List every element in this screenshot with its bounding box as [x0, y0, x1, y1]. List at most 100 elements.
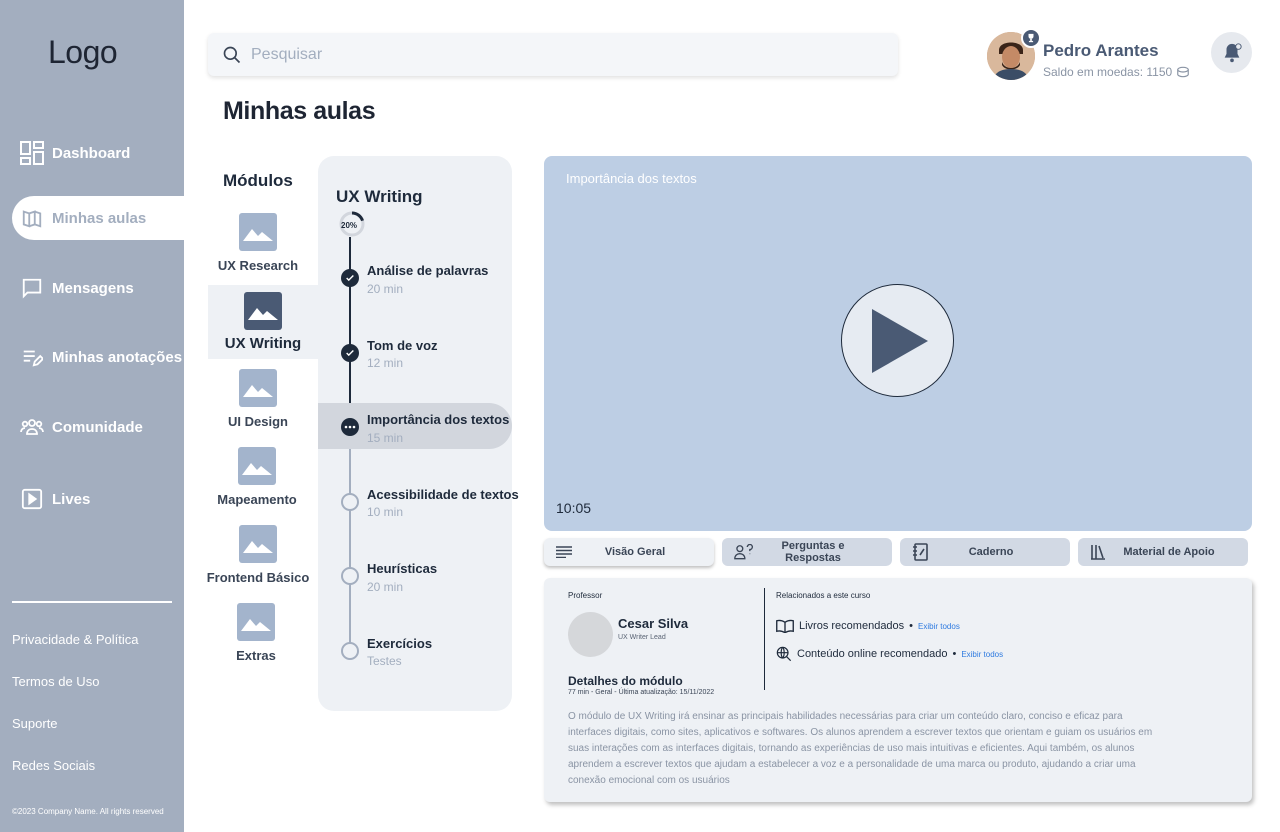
- globe-search-icon: [776, 646, 792, 662]
- lesson-duration: 20 min: [367, 282, 404, 296]
- play-icon: [871, 308, 928, 373]
- module-ux-research[interactable]: UX Research: [203, 213, 313, 273]
- image-placeholder-icon: [244, 292, 282, 330]
- modules-heading: Módulos: [223, 171, 293, 190]
- bell-icon: [1224, 42, 1242, 62]
- tab-material-de-apoio[interactable]: Material de Apoio: [1078, 538, 1248, 566]
- module-label: UX Writing: [224, 335, 302, 352]
- related-books: Livros recomendados • Exibir todos: [776, 619, 960, 633]
- progress-label: 20%: [341, 221, 358, 230]
- module-extras[interactable]: Extras: [201, 603, 311, 663]
- module-label: UX Research: [217, 258, 299, 273]
- module-frontend-basico[interactable]: Frontend Básico: [203, 525, 313, 585]
- footer-link-terms[interactable]: Termos de Uso: [12, 674, 99, 689]
- lesson-duration: Testes: [367, 654, 402, 668]
- professor-name: Cesar Silva: [618, 616, 689, 631]
- module-label: Mapeamento: [217, 492, 297, 507]
- show-all-online-link[interactable]: Exibir todos: [961, 650, 1003, 659]
- tab-label: Visão Geral: [604, 546, 666, 558]
- dashboard-icon: [19, 140, 45, 166]
- sidebar-item-lives[interactable]: Lives: [12, 477, 184, 521]
- tab-visao-geral[interactable]: Visão Geral: [544, 538, 714, 566]
- notification-button[interactable]: [1211, 32, 1252, 73]
- lesson-duration: 10 min: [367, 505, 404, 519]
- sidebar-item-label: Minhas anotações: [52, 348, 183, 366]
- module-ui-design[interactable]: UI Design: [203, 369, 313, 429]
- footer-link-social[interactable]: Redes Sociais: [12, 758, 95, 773]
- related-books-label: Livros recomendados: [799, 620, 905, 632]
- completed-check-icon: [341, 344, 359, 362]
- show-all-books-link[interactable]: Exibir todos: [918, 622, 960, 631]
- related-online-content: Conteúdo online recomendado • Exibir tod…: [776, 646, 1003, 662]
- module-details-meta: 77 min - Geral - Última atualização: 15/…: [568, 689, 715, 696]
- related-label: Relacionados a este curso: [776, 591, 871, 600]
- professor-role: UX Writer Lead: [618, 634, 666, 641]
- image-placeholder-icon: [239, 213, 277, 251]
- module-mapeamento[interactable]: Mapeamento: [202, 447, 312, 507]
- tab-label: Perguntas e Respostas: [781, 540, 845, 564]
- tab-label: Caderno: [968, 546, 1014, 558]
- trophy-badge-icon: [1021, 28, 1041, 48]
- search-bar: [208, 33, 898, 76]
- tab-perguntas-e-respostas[interactable]: Perguntas e Respostas: [722, 538, 892, 566]
- coin-balance-text: Saldo em moedas: 1150: [1043, 65, 1173, 79]
- module-ux-writing[interactable]: UX Writing: [208, 285, 318, 359]
- image-placeholder-icon: [239, 525, 277, 563]
- notebook-icon: [912, 543, 932, 561]
- pending-circle-icon: [341, 642, 359, 660]
- notes-icon: [19, 344, 45, 370]
- module-label: Frontend Básico: [206, 570, 310, 585]
- related-online-label: Conteúdo online recomendado: [797, 648, 948, 660]
- sidebar-divider: [12, 601, 172, 603]
- lessons-icon: [19, 205, 45, 231]
- footer-link-support[interactable]: Suporte: [12, 716, 58, 731]
- lesson-duration: 15 min: [367, 431, 404, 445]
- lessons-title: UX Writing: [336, 187, 423, 206]
- lesson-item-6[interactable]: Exercícios: [367, 636, 432, 651]
- library-icon: [1090, 544, 1110, 560]
- completed-check-icon: [341, 269, 359, 287]
- play-button[interactable]: [841, 284, 954, 397]
- professor-avatar: [568, 612, 613, 657]
- lesson-item-4[interactable]: Acessibilidade de textos: [367, 487, 519, 502]
- coins-icon: [1177, 66, 1190, 78]
- play-square-icon: [19, 486, 45, 512]
- tab-label: Material de Apoio: [1123, 546, 1215, 558]
- sidebar-item-comunidade[interactable]: Comunidade: [12, 405, 184, 449]
- video-title: Importância dos textos: [566, 171, 697, 186]
- user-name[interactable]: Pedro Arantes: [1043, 41, 1159, 61]
- lesson-item-5[interactable]: Heurísticas: [367, 561, 437, 576]
- in-progress-icon: [341, 418, 359, 436]
- module-label: Extras: [236, 648, 276, 663]
- lesson-duration: 12 min: [367, 356, 404, 370]
- details-divider: [764, 588, 765, 690]
- image-placeholder-icon: [239, 369, 277, 407]
- sidebar-item-minhas-aulas[interactable]: Minhas aulas: [12, 196, 184, 240]
- search-input[interactable]: [251, 45, 851, 64]
- sidebar-item-label: Mensagens: [52, 279, 134, 297]
- sidebar-item-mensagens[interactable]: Mensagens: [12, 266, 184, 310]
- lesson-item-3[interactable]: Importância dos textos: [367, 412, 509, 427]
- timeline-progress: [349, 237, 351, 427]
- image-placeholder-icon: [238, 447, 276, 485]
- sidebar-item-label: Dashboard: [52, 144, 131, 162]
- lesson-item-2[interactable]: Tom de voz: [367, 338, 438, 353]
- module-label: UI Design: [228, 414, 288, 429]
- sidebar-item-minhas-anotacoes[interactable]: Minhas anotações: [12, 335, 184, 379]
- pending-circle-icon: [341, 567, 359, 585]
- module-description: O módulo de UX Writing irá ensinar as pr…: [568, 711, 1153, 786]
- pending-circle-icon: [341, 493, 359, 511]
- book-icon: [776, 619, 794, 633]
- sidebar-item-dashboard[interactable]: Dashboard: [12, 131, 184, 175]
- copyright: ©2023 Company Name. All rights reserved: [12, 807, 164, 816]
- video-time: 10:05: [556, 500, 592, 516]
- coin-balance: Saldo em moedas: 1150: [1043, 65, 1190, 79]
- sidebar-item-label: Minhas aulas: [52, 209, 147, 227]
- tab-caderno[interactable]: Caderno: [900, 538, 1070, 566]
- logo[interactable]: Logo: [48, 34, 118, 71]
- lesson-item-1[interactable]: Análise de palavras: [367, 263, 488, 278]
- list-icon: [556, 546, 576, 558]
- footer-link-privacy[interactable]: Privacidade & Política: [12, 632, 138, 647]
- community-icon: [19, 414, 45, 440]
- sidebar-item-label: Comunidade: [52, 418, 143, 436]
